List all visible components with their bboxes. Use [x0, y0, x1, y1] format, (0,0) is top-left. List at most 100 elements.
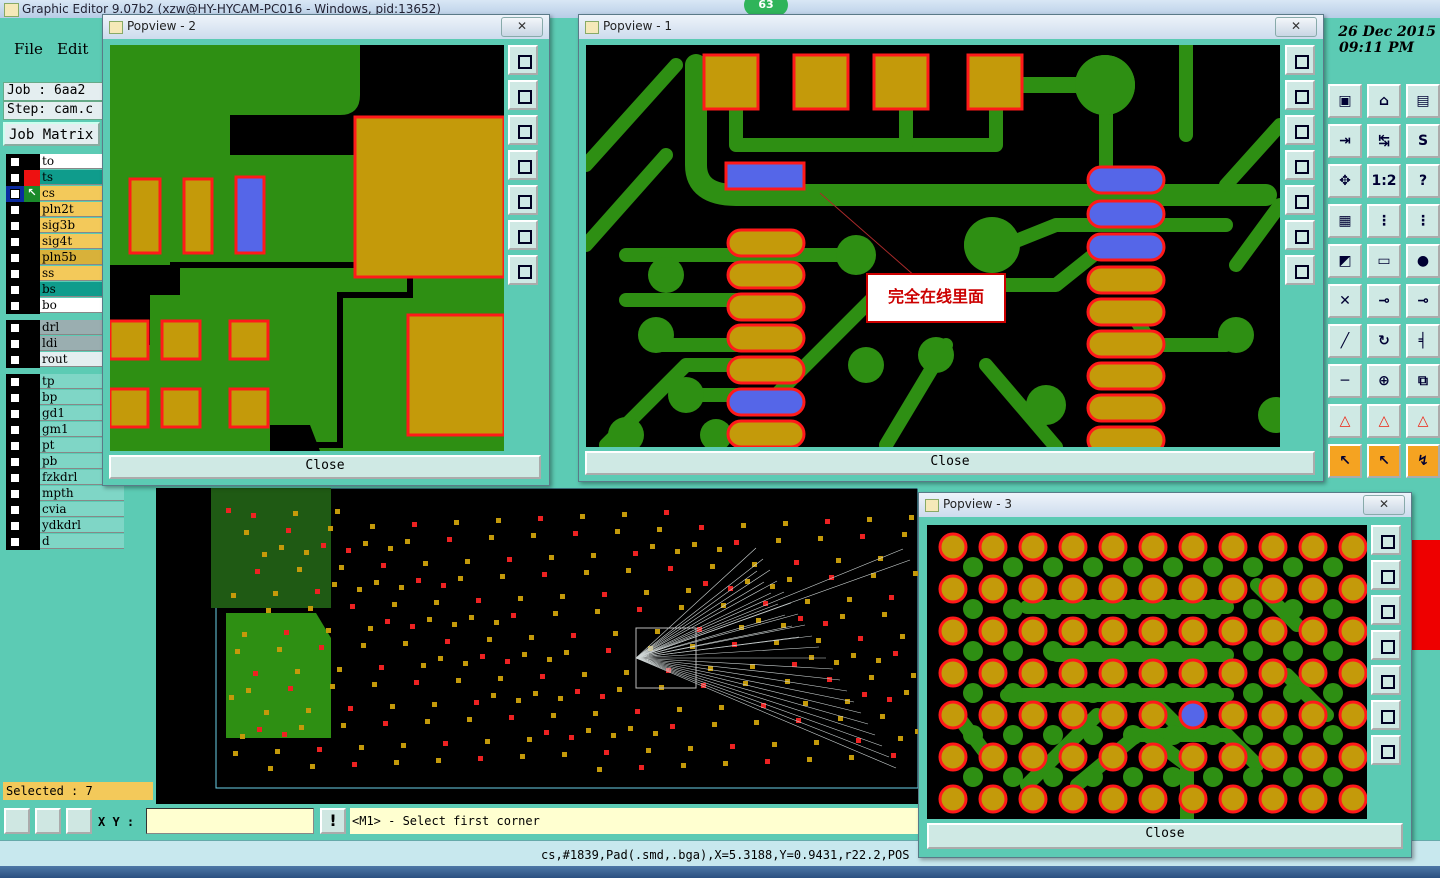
popview-1-close-button[interactable]: Close — [585, 451, 1315, 475]
layer-row-cvia[interactable]: cvia — [6, 502, 124, 518]
layer-color-swatch[interactable] — [24, 320, 40, 336]
layer-checkbox[interactable] — [10, 473, 20, 483]
zoom-home-icon[interactable] — [1285, 45, 1315, 75]
layer-color-swatch[interactable] — [24, 170, 40, 186]
popview-3-canvas[interactable] — [927, 525, 1367, 819]
arc2-icon[interactable]: △ — [1367, 404, 1401, 438]
zoom-home-icon[interactable] — [508, 45, 538, 75]
layer-checkbox[interactable] — [10, 457, 20, 467]
layer-checkbox[interactable] — [10, 339, 20, 349]
zoom-fit-icon[interactable] — [508, 220, 538, 250]
s-icon[interactable]: S — [1406, 124, 1440, 158]
layer-color-swatch[interactable]: ↖ — [24, 186, 40, 202]
layer-checkbox[interactable] — [10, 377, 20, 387]
layer-color-swatch[interactable] — [24, 374, 40, 390]
popview-3-titlebar[interactable]: Popview - 3 ✕ — [919, 493, 1411, 517]
zoom-up-icon[interactable] — [1285, 80, 1315, 110]
layer-checkbox[interactable] — [10, 323, 20, 333]
layer-checkbox[interactable] — [10, 409, 20, 419]
cross-icon[interactable]: ✕ — [1328, 284, 1362, 318]
layer-checkbox[interactable] — [10, 441, 20, 451]
zoom-up-icon[interactable] — [1371, 560, 1401, 590]
snap-grid-button[interactable] — [66, 808, 92, 834]
layer-name[interactable]: cvia — [40, 502, 124, 517]
line-dot2-icon[interactable]: ⊸ — [1406, 284, 1440, 318]
layer-checkbox[interactable] — [10, 237, 20, 247]
layer-color-swatch[interactable] — [24, 534, 40, 550]
layer-color-swatch[interactable] — [24, 486, 40, 502]
grid-icon[interactable]: ▦ — [1328, 204, 1362, 238]
snap-icon[interactable]: ⊕ — [1367, 364, 1401, 398]
pointer-icon[interactable]: ↖ — [1328, 444, 1362, 478]
zoom-down-icon[interactable] — [1285, 115, 1315, 145]
layer-color-swatch[interactable] — [24, 470, 40, 486]
menu-edit[interactable]: Edit — [57, 40, 88, 58]
layer-name[interactable]: mpth — [40, 486, 124, 501]
zoom-pan-icon[interactable] — [508, 255, 538, 285]
zoom-home-icon[interactable] — [1371, 525, 1401, 555]
layer-color-swatch[interactable] — [24, 422, 40, 438]
zoom-fit-icon[interactable] — [1285, 220, 1315, 250]
save-icon[interactable]: ▣ — [1328, 84, 1362, 118]
popview-1-canvas[interactable]: 完全在线里面 — [586, 45, 1280, 447]
layer-checkbox[interactable] — [10, 157, 20, 167]
scale-icon[interactable]: 1:2 — [1367, 164, 1401, 198]
rotate-icon[interactable]: ↻ — [1367, 324, 1401, 358]
step-icon[interactable]: ↹ — [1367, 124, 1401, 158]
layer-checkbox[interactable] — [10, 537, 20, 547]
help-icon[interactable]: ? — [1406, 164, 1440, 198]
layer-pads-icon[interactable]: ⋮ — [1406, 204, 1440, 238]
zoom-fit-icon[interactable] — [1371, 700, 1401, 730]
diagonal-icon[interactable]: ╱ — [1328, 324, 1362, 358]
layer-checkbox[interactable] — [10, 301, 20, 311]
pan-right-icon[interactable] — [1371, 665, 1401, 695]
pan-right-icon[interactable] — [1285, 185, 1315, 215]
bracket-icon[interactable]: ╡ — [1406, 324, 1440, 358]
layer-checkbox[interactable] — [10, 425, 20, 435]
zoom-down-icon[interactable] — [1371, 595, 1401, 625]
layer-checkbox[interactable] — [10, 355, 20, 365]
move-icon[interactable]: ✥ — [1328, 164, 1362, 198]
popview-2-close-button[interactable]: Close — [109, 455, 541, 479]
zoom-pan-icon[interactable] — [1371, 735, 1401, 765]
layer-color-swatch[interactable] — [24, 234, 40, 250]
layer-color-swatch[interactable] — [24, 336, 40, 352]
layer-color-swatch[interactable] — [24, 518, 40, 534]
menu-file[interactable]: File — [14, 40, 43, 58]
pan-left-icon[interactable] — [1285, 150, 1315, 180]
pan-right-icon[interactable] — [508, 185, 538, 215]
layer-color-swatch[interactable] — [24, 266, 40, 282]
layer-checkbox[interactable] — [10, 489, 20, 499]
measure-button[interactable] — [35, 808, 61, 834]
layer-checkbox[interactable] — [10, 253, 20, 263]
layer-checkbox[interactable] — [10, 285, 20, 295]
popview-2-canvas[interactable] — [110, 45, 504, 451]
popview-1-titlebar[interactable]: Popview - 1 ✕ — [579, 15, 1323, 39]
layer-checkbox[interactable] — [10, 205, 20, 215]
layer-checkbox[interactable] — [10, 189, 20, 199]
xy-input[interactable] — [146, 808, 314, 834]
popview-2-titlebar[interactable]: Popview - 2 ✕ — [103, 15, 549, 39]
close-icon[interactable]: ✕ — [1275, 17, 1317, 37]
layer-color-swatch[interactable] — [24, 390, 40, 406]
warning-button[interactable]: ! — [320, 808, 346, 834]
layer-checkbox[interactable] — [10, 173, 20, 183]
copy-icon[interactable]: ⧉ — [1406, 364, 1440, 398]
layer-name[interactable]: ydkdrl — [40, 518, 124, 533]
layer-row-ydkdrl[interactable]: ydkdrl — [6, 518, 124, 534]
close-icon[interactable]: ✕ — [501, 17, 543, 37]
route-icon[interactable]: ↯ — [1406, 444, 1440, 478]
window-icon[interactable]: ▤ — [1406, 84, 1440, 118]
layer-name[interactable]: d — [40, 534, 124, 549]
shape-icon[interactable]: ◩ — [1328, 244, 1362, 278]
dot-icon[interactable]: ● — [1406, 244, 1440, 278]
layer-color-swatch[interactable] — [24, 298, 40, 314]
layer-color-swatch[interactable] — [24, 282, 40, 298]
layer-color-swatch[interactable] — [24, 438, 40, 454]
job-matrix-button[interactable]: Job Matrix — [3, 122, 100, 146]
popview-3-close-button[interactable]: Close — [927, 823, 1403, 849]
layer-checkbox[interactable] — [10, 505, 20, 515]
close-icon[interactable]: ✕ — [1363, 495, 1405, 515]
arc-icon[interactable]: △ — [1328, 404, 1362, 438]
pointer2-icon[interactable]: ↖ — [1367, 444, 1401, 478]
